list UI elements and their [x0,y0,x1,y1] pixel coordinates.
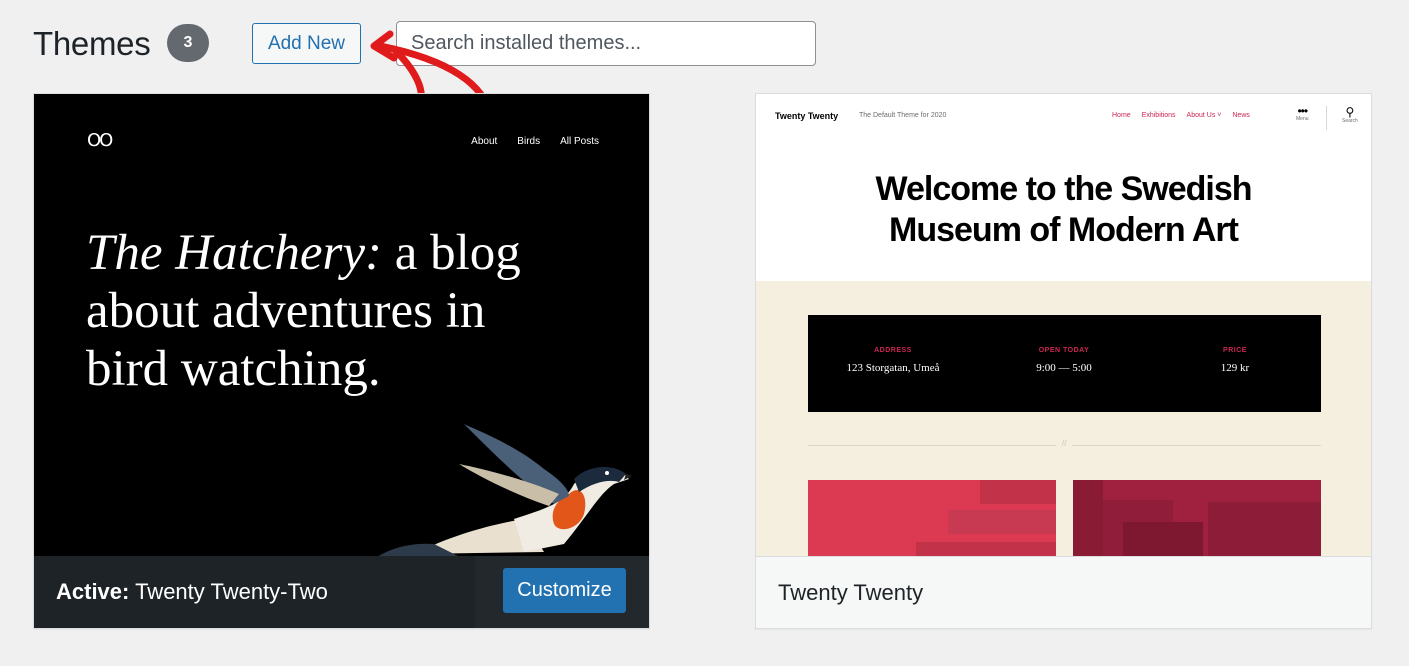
info-value: 123 Storgatan, Umeå [846,362,940,374]
search-toggle: ⚲ Search [1342,106,1358,124]
theme-screenshot[interactable]: OO About Birds All Posts The Hatchery: a… [34,94,649,556]
info-box: ADDRESS 123 Storgatan, Umeå OPEN TODAY 9… [808,315,1321,412]
gallery-image [1073,480,1321,556]
theme-card-twenty-twenty-two[interactable]: OO About Birds All Posts The Hatchery: a… [33,93,650,629]
menu-icon-label: Menu [1296,116,1309,122]
theme-count-badge: 3 [167,24,209,62]
menu-toggle: ••• Menu [1296,104,1309,122]
search-icon: ⚲ [1345,105,1355,119]
bird-illustration [378,424,632,556]
info-price: PRICE 129 kr [1150,347,1320,374]
customize-button[interactable]: Customize [503,568,626,613]
site-name: Twenty Twenty [775,111,839,121]
theme-footer: Twenty Twenty [756,556,1371,628]
site-tagline: The Default Theme for 2020 [859,112,947,119]
gallery-image [808,480,1056,556]
theme-screenshot[interactable]: Twenty Twenty The Default Theme for 2020… [756,94,1371,556]
info-label: PRICE [1223,347,1247,354]
header-divider [1326,106,1327,130]
three-dots-icon: ••• [1297,104,1308,118]
active-label: Active: [56,579,130,604]
theme-name: Active: Twenty Twenty-Two [56,556,328,628]
theme-name: Twenty Twenty [778,580,924,605]
menu-item: Home [1112,112,1131,119]
preview-nav: About Birds All Posts [471,136,599,147]
theme-footer: Active: Twenty Twenty-Two Customize [34,556,649,628]
theme-name-text: Twenty Twenty-Two [135,579,328,604]
theme-card-twenty-twenty[interactable]: Twenty Twenty The Default Theme for 2020… [755,93,1372,629]
add-new-button[interactable]: Add New [252,23,361,64]
page-title: Themes [33,25,151,62]
menu-item: About Us ˅ [1186,112,1222,119]
preview-headline: The Hatchery: a blog about adventures in… [86,224,566,398]
preview-body: ADDRESS 123 Storgatan, Umeå OPEN TODAY 9… [756,281,1371,556]
preview-title: Welcome to the Swedish Museum of Modern … [875,170,1252,249]
nav-item: Birds [517,136,541,147]
separator-mark: // [1056,439,1073,448]
info-address: ADDRESS 123 Storgatan, Umeå [808,347,978,374]
menu-item: News [1232,112,1250,119]
nav-item: All Posts [560,136,599,147]
menu-item: Exhibitions [1141,112,1176,119]
info-value: 9:00 — 5:00 [1036,362,1092,374]
search-themes-input[interactable] [396,21,816,66]
info-label: OPEN TODAY [1038,347,1090,354]
preview-header: Twenty Twenty The Default Theme for 2020… [756,94,1371,144]
info-hours: OPEN TODAY 9:00 — 5:00 [979,347,1149,374]
info-value: 129 kr [1220,362,1250,374]
headline-italic: The Hatchery: [86,225,382,281]
preview-menu: Home Exhibitions About Us ˅ News [1112,112,1250,119]
info-label: ADDRESS [874,347,912,354]
nav-item: About [471,136,498,147]
search-icon-label: Search [1342,118,1358,124]
site-logo: OO [87,130,113,151]
